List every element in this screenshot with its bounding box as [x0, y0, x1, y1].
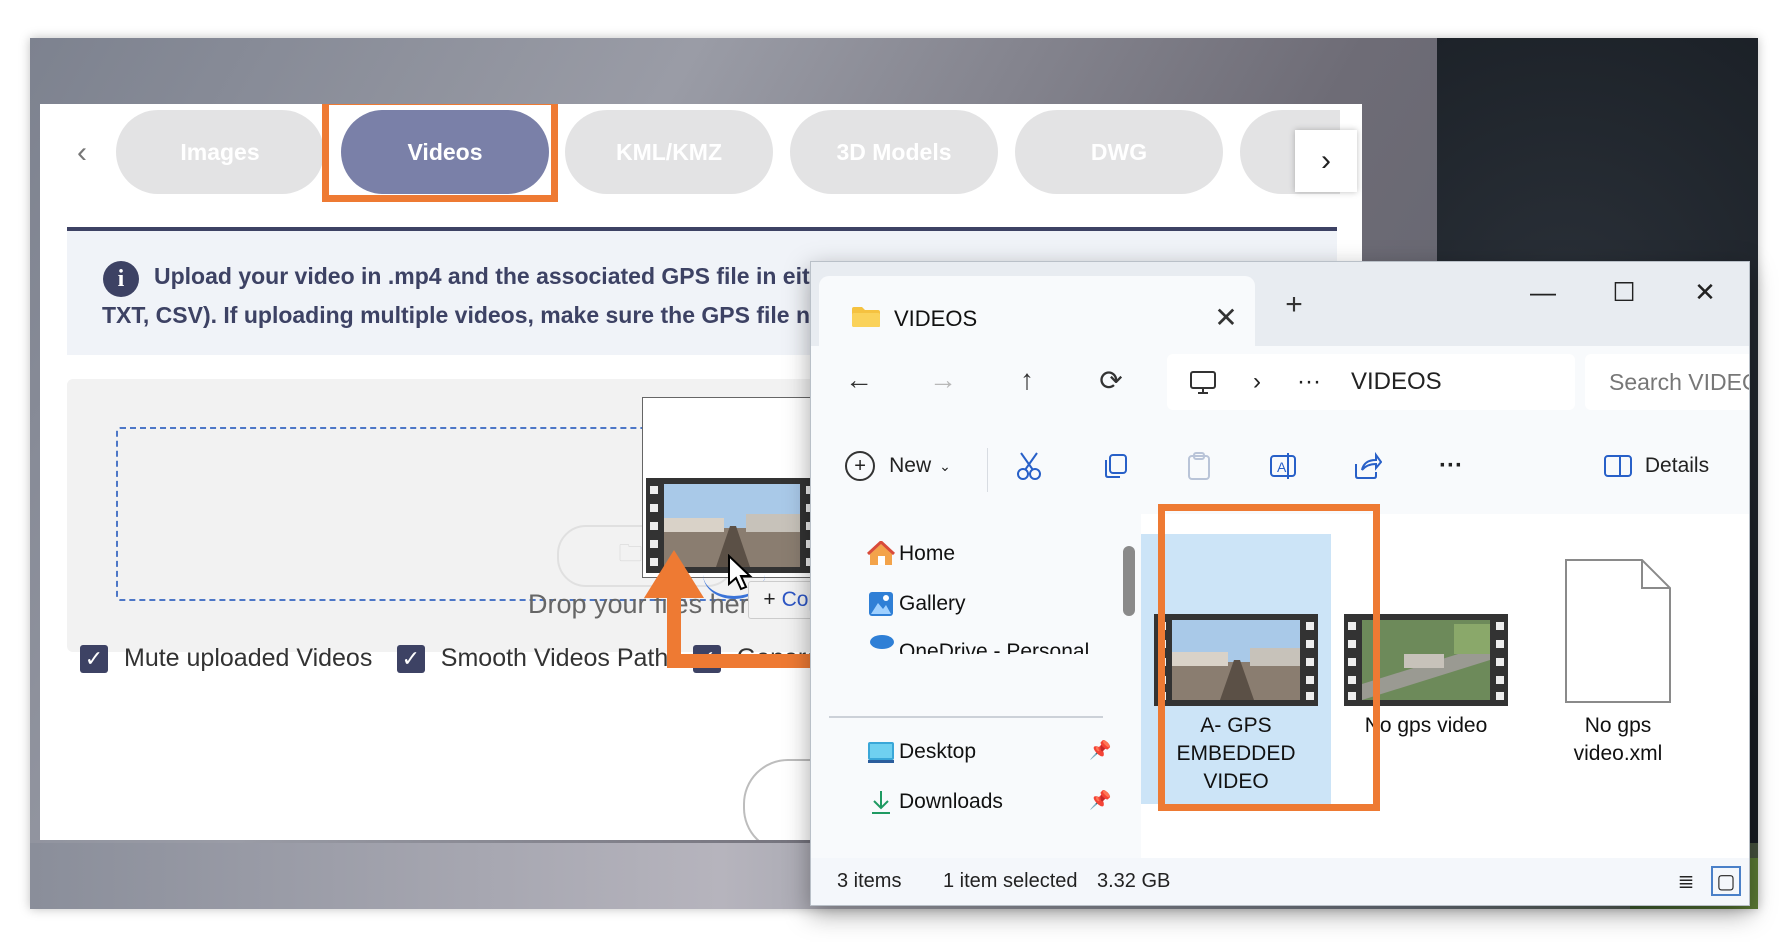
- paste-icon[interactable]: [1177, 442, 1221, 490]
- item-count: 3 items: [837, 870, 902, 892]
- sidebar-item-home[interactable]: Home: [867, 534, 955, 574]
- tab-dwg[interactable]: DWG: [1015, 110, 1223, 194]
- svg-text:A: A: [1277, 459, 1287, 475]
- pin-icon[interactable]: 📌: [1089, 740, 1111, 761]
- checkbox-mute-videos[interactable]: ✓ Mute uploaded Videos: [80, 644, 372, 673]
- explorer-tab[interactable]: VIDEOS ✕: [819, 276, 1255, 346]
- close-button[interactable]: ✕: [1675, 272, 1735, 312]
- minimize-button[interactable]: —: [1513, 272, 1573, 312]
- tabs-next-button[interactable]: ›: [1295, 130, 1357, 192]
- chevron-right-icon: ›: [1321, 144, 1331, 177]
- copy-icon[interactable]: [1093, 442, 1137, 490]
- videos-tab-highlight: [322, 104, 558, 202]
- divider: [987, 448, 988, 492]
- chevron-left-icon: ‹: [77, 136, 87, 169]
- search-input[interactable]: Search VIDEOS: [1585, 354, 1749, 410]
- tab-images[interactable]: Images: [116, 110, 324, 194]
- more-options-icon[interactable]: ···: [1429, 442, 1473, 490]
- file-item-no-gps-video-xml[interactable]: No gps video.xml: [1523, 534, 1713, 804]
- sidebar-divider: [829, 716, 1103, 718]
- tab-kml-kmz[interactable]: KML/KMZ: [565, 110, 773, 194]
- home-icon: [867, 540, 895, 568]
- maximize-button[interactable]: ☐: [1594, 272, 1654, 312]
- selected-file-highlight: [1158, 504, 1380, 811]
- tabs-prev-button[interactable]: ‹: [62, 128, 102, 178]
- breadcrumb-overflow[interactable]: ···: [1297, 354, 1321, 410]
- details-pane-icon: [1603, 455, 1632, 477]
- checkbox-generate[interactable]: ✓ Generat: [692, 644, 827, 673]
- tab-close-icon[interactable]: ✕: [1209, 300, 1243, 334]
- checkbox-checked-icon[interactable]: ✓: [396, 644, 425, 673]
- gallery-icon: [867, 590, 895, 618]
- command-bar: + New ⌄ A ··· Details: [811, 418, 1749, 515]
- large-icons-view-icon[interactable]: ▢: [1711, 866, 1741, 896]
- sidebar-item-onedrive[interactable]: OneDrive - Personal: [867, 626, 1089, 654]
- explorer-navbar: ← → ↑ ⟳ › ··· VIDEOS Search VIDEOS: [811, 346, 1749, 418]
- file-explorer-window: VIDEOS ✕ + — ☐ ✕ ← → ↑ ⟳ › ··· VIDEOS Se…: [810, 261, 1750, 906]
- folder-icon: [852, 307, 880, 327]
- cut-icon[interactable]: [1007, 442, 1051, 490]
- breadcrumb-videos[interactable]: VIDEOS: [1351, 354, 1442, 410]
- new-button[interactable]: + New ⌄: [843, 442, 953, 490]
- sidebar-scrollbar[interactable]: [1123, 546, 1135, 616]
- checkbox-checked-icon[interactable]: ✓: [80, 644, 108, 673]
- explorer-titlebar: VIDEOS ✕ + — ☐ ✕: [811, 262, 1749, 346]
- checkbox-checked-icon[interactable]: ✓: [692, 644, 721, 673]
- share-icon[interactable]: [1345, 442, 1389, 490]
- file-type-tabs: ‹ Images Videos KML/KMZ 3D Models DWG ›: [40, 104, 1362, 234]
- file-name: No gps video.xml: [1573, 714, 1663, 765]
- navigation-pane: Home Gallery OneDrive - Personal Desktop…: [811, 514, 1141, 858]
- details-button[interactable]: Details: [1591, 442, 1721, 490]
- details-view-icon[interactable]: ≣: [1671, 866, 1701, 896]
- status-bar: 3 items 1 item selected 3.32 GB ≣ ▢: [811, 858, 1749, 905]
- forward-arrow-icon[interactable]: →: [919, 356, 967, 404]
- selection-size: 3.32 GB: [1097, 870, 1171, 892]
- up-arrow-icon[interactable]: ↑: [1003, 356, 1051, 404]
- new-tab-button[interactable]: +: [1277, 288, 1311, 322]
- add-circle-icon: +: [845, 451, 876, 481]
- refresh-icon[interactable]: ⟳: [1087, 356, 1135, 404]
- monitor-icon: [1190, 371, 1216, 394]
- selection-count: 1 item selected: [943, 870, 1078, 892]
- download-icon: [867, 788, 895, 816]
- onedrive-icon: [867, 626, 895, 654]
- desktop-icon: [867, 738, 895, 766]
- pin-icon[interactable]: 📌: [1089, 790, 1111, 811]
- address-bar[interactable]: › ··· VIDEOS: [1167, 354, 1575, 410]
- chevron-right-icon: ›: [1253, 368, 1261, 395]
- checkbox-smooth-path[interactable]: ✓ Smooth Videos Path: [396, 644, 668, 673]
- sidebar-item-downloads[interactable]: Downloads: [867, 782, 1003, 822]
- explorer-tab-title: VIDEOS: [894, 306, 978, 331]
- upload-options: ✓ Mute uploaded Videos ✓ Smooth Videos P…: [80, 644, 847, 692]
- tab-3d-models[interactable]: 3D Models: [790, 110, 998, 194]
- back-arrow-icon[interactable]: ←: [835, 356, 883, 404]
- folder-icon: 🗀: [618, 539, 643, 567]
- rename-icon[interactable]: A: [1261, 442, 1305, 490]
- chevron-down-icon: ⌄: [939, 457, 951, 474]
- plus-icon: +: [763, 588, 776, 611]
- sidebar-item-gallery[interactable]: Gallery: [867, 584, 966, 624]
- document-file-icon: [1565, 559, 1671, 703]
- sidebar-item-desktop[interactable]: Desktop: [867, 732, 976, 772]
